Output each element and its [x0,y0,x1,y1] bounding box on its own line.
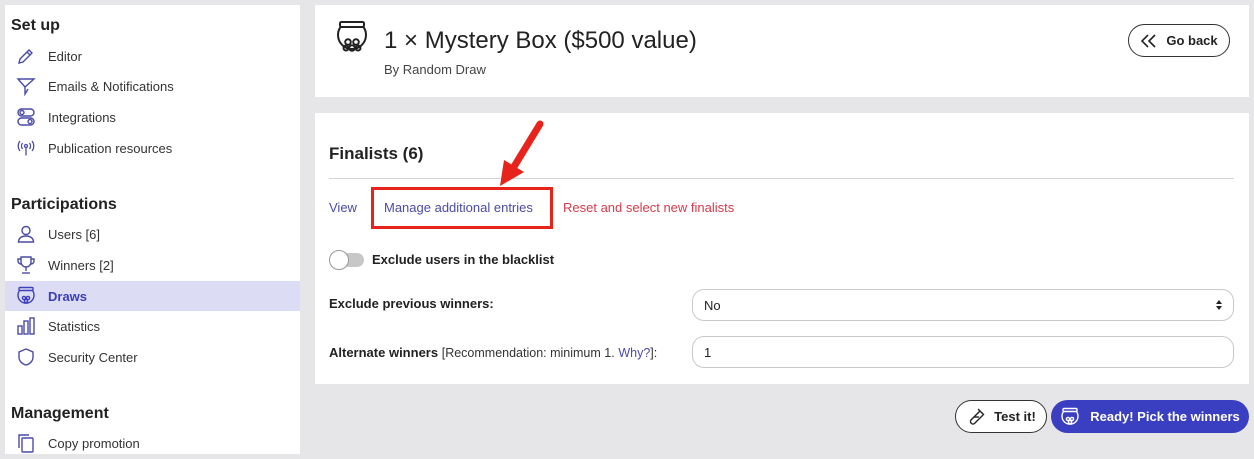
sidebar-item-integrations[interactable]: Integrations [5,102,300,132]
sidebar-item-label: Security Center [48,349,138,365]
test-it-button[interactable]: Test it! [955,400,1047,433]
select-arrows-icon [1216,300,1222,310]
toggle-knob [329,250,349,270]
draw-bowl-icon [16,286,36,306]
bar-chart-icon [16,316,36,336]
annotation-highlight-box [371,187,553,229]
user-icon [16,224,36,244]
sidebar-item-editor[interactable]: Editor [5,41,300,71]
alternate-winners-label: Alternate winners [Recommendation: minim… [329,345,657,360]
sidebar-item-label: Editor [48,48,82,64]
alternate-note: [Recommendation: minimum 1. [441,346,615,360]
sidebar: Set up Editor Emails & Notifications Int… [5,5,300,454]
sidebar-item-label: Statistics [48,318,101,334]
sidebar-item-label: Draws [48,288,88,304]
test-tube-icon [970,408,985,425]
send-icon [16,76,36,96]
broadcast-icon [16,138,36,158]
section-title-participations: Participations [11,196,117,213]
test-it-label: Test it! [994,409,1036,424]
blacklist-label: Exclude users in the blacklist [372,252,555,267]
sidebar-item-emails[interactable]: Emails & Notifications [5,71,300,101]
sidebar-item-copy-promotion[interactable]: Copy promotion [5,428,300,454]
view-link[interactable]: View [329,200,357,215]
shield-icon [16,347,36,367]
sidebar-item-winners[interactable]: Winners [2] [5,250,300,280]
sidebar-item-draws[interactable]: Draws [5,281,300,311]
exclude-previous-label: Exclude previous winners: [329,296,494,311]
sidebar-item-security[interactable]: Security Center [5,342,300,372]
sidebar-item-label: Publication resources [48,140,173,156]
sidebar-item-publication[interactable]: Publication resources [5,133,300,163]
pick-winners-button[interactable]: Ready! Pick the winners [1051,400,1249,433]
reset-finalists-link[interactable]: Reset and select new finalists [563,200,734,215]
pick-winners-label: Ready! Pick the winners [1090,409,1240,424]
section-title-setup: Set up [11,17,60,34]
copy-icon [16,433,36,453]
divider [329,178,1234,179]
annotation-arrow-icon [500,120,544,186]
page-title: 1 × Mystery Box ($500 value) [384,27,697,54]
section-title-management: Management [11,405,109,422]
draw-bowl-icon [1061,407,1079,425]
why-link[interactable]: Why? [618,346,650,360]
blacklist-toggle[interactable] [329,250,364,270]
page-subtitle: By Random Draw [384,62,486,77]
prize-header: 1 × Mystery Box ($500 value) By Random D… [315,5,1249,97]
finalists-title: Finalists (6) [329,144,424,163]
exclude-previous-select[interactable]: No [692,289,1234,321]
alternate-winners-input[interactable] [692,336,1234,368]
draw-bowl-icon [335,20,369,58]
go-back-button[interactable]: Go back [1128,24,1230,57]
sidebar-item-statistics[interactable]: Statistics [5,311,300,341]
alternate-winners-title: Alternate winners [329,345,439,360]
exclude-previous-value: No [704,297,721,313]
double-chevron-left-icon [1141,33,1156,48]
trophy-icon [16,255,36,275]
toggles-icon [16,107,36,127]
sidebar-item-label: Users [6] [48,226,101,242]
alternate-note-end: ]: [650,346,658,360]
finalists-panel: Finalists (6) View Manage additional ent… [315,113,1249,384]
sidebar-item-label: Integrations [48,109,116,125]
sidebar-item-label: Winners [2] [48,257,114,273]
go-back-label: Go back [1166,33,1218,48]
pencil-icon [16,46,36,66]
sidebar-item-label: Emails & Notifications [48,78,174,94]
sidebar-item-label: Copy promotion [48,435,140,451]
sidebar-item-users[interactable]: Users [6] [5,219,300,249]
